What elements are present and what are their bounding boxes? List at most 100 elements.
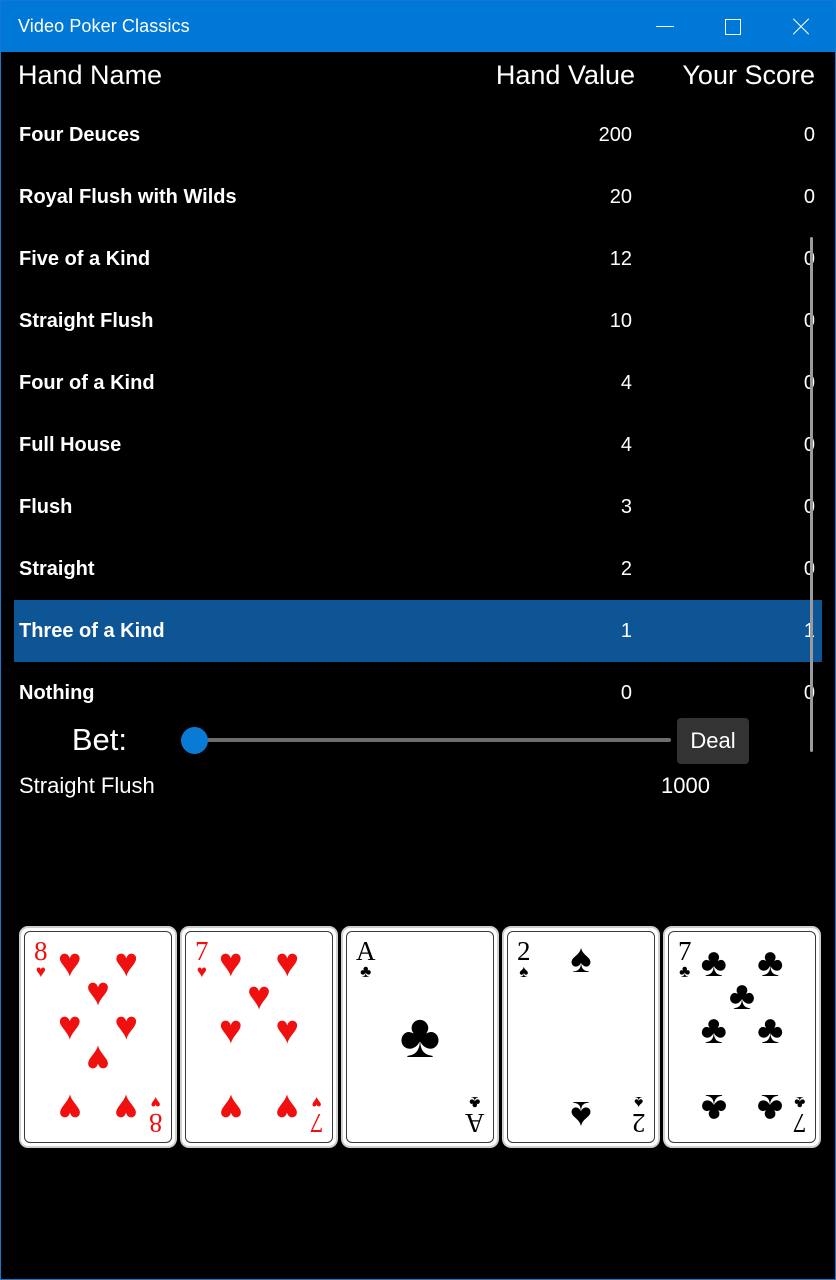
hearts-pip-icon: ♥ <box>57 1003 82 1048</box>
minimize-icon <box>656 26 674 27</box>
playing-card-2-of-spades[interactable]: 2 ♠ 2 ♠ ♠ ♠ <box>502 926 660 1148</box>
card-corner-br: 2 ♠ <box>631 1093 646 1138</box>
card-rank: A <box>464 1108 485 1138</box>
clubs-icon: ♣ <box>679 962 691 981</box>
table-row[interactable]: Full House40 <box>14 414 822 476</box>
clubs-pip-icon: ♣ <box>757 940 784 985</box>
cell-hand-name: Three of a Kind <box>19 619 165 642</box>
table-row[interactable]: Royal Flush with Wilds 20 0 <box>14 166 822 228</box>
column-header-hand-name: Hand Name <box>18 60 163 90</box>
playing-card-7-of-clubs[interactable]: 7 ♣ 7 ♣ ♣ ♣ ♣ ♣ ♣ ♣ ♣ <box>663 926 821 1148</box>
hearts-pip-icon: ♥ <box>114 1003 139 1048</box>
cell-hand-value: 0 <box>620 681 632 704</box>
hearts-pip-icon: ♥ <box>57 1085 82 1130</box>
clubs-pip-icon: ♣ <box>728 974 756 1019</box>
cell-hand-value: 20 <box>609 185 632 208</box>
card-corner-tl: 7 ♥ <box>195 936 209 981</box>
bet-slider-track[interactable] <box>192 738 671 742</box>
clubs-icon: ♣ <box>468 1093 480 1112</box>
maximize-icon <box>725 18 741 35</box>
card-pips: ♥ ♥ ♥ ♥ ♥ ♥ ♥ <box>212 940 306 1130</box>
bet-slider-thumb[interactable] <box>181 727 208 754</box>
clubs-pip-icon: ♣ <box>700 1085 727 1130</box>
card-corner-br: 7 ♣ <box>793 1093 807 1138</box>
hearts-pip-icon: ♥ <box>275 1085 300 1130</box>
table-row[interactable]: Four Deuces 200 0 <box>14 104 822 166</box>
cell-hand-name: Full House <box>19 433 122 456</box>
playing-card-7-of-hearts[interactable]: 7 ♥ 7 ♥ ♥ ♥ ♥ ♥ ♥ ♥ ♥ <box>180 926 338 1148</box>
deal-button[interactable]: Deal <box>677 718 749 764</box>
cell-hand-value: 200 <box>598 123 632 146</box>
cell-hand-name: Nothing <box>19 681 95 704</box>
card-corner-tl: 7 ♣ <box>678 936 692 981</box>
column-header-your-score: Your Score <box>682 60 815 90</box>
bet-label: Bet: <box>71 722 127 757</box>
hearts-pip-icon: ♥ <box>247 974 271 1019</box>
card-corner-tl: 8 ♥ <box>34 936 48 981</box>
cell-hand-value: 4 <box>620 433 632 456</box>
spades-icon: ♠ <box>519 962 529 981</box>
credits-label: 1000 <box>661 773 710 798</box>
hearts-pip-icon: ♥ <box>57 940 82 985</box>
card-face: 2 ♠ 2 ♠ ♠ ♠ <box>507 931 655 1143</box>
table-row[interactable]: Flush30 <box>14 476 822 538</box>
table-row[interactable]: Straight Flush100 <box>14 290 822 352</box>
clubs-icon: ♣ <box>360 962 372 981</box>
cell-hand-value: 1 <box>620 619 632 642</box>
card-corner-br: 8 ♥ <box>148 1093 163 1138</box>
card-corner-br: A ♣ <box>464 1093 485 1138</box>
cell-hand-value: 4 <box>620 371 632 394</box>
card-face: A ♣ A ♣ ♣ <box>346 931 494 1143</box>
maximize-button[interactable] <box>699 1 767 52</box>
card-pips: ♠ ♠ <box>534 939 628 1137</box>
playing-card-8-of-hearts[interactable]: 8 ♥ 8 ♥ ♥ ♥ ♥ ♥ ♥ ♥ ♥ ♥ <box>19 926 177 1148</box>
paytable: Hand Name Hand Value Your Score Four Deu… <box>1 52 835 752</box>
table-row[interactable]: Four of a Kind40 <box>14 352 822 414</box>
hearts-icon: ♥ <box>311 1093 322 1112</box>
cell-hand-value: 2 <box>620 557 632 580</box>
hearts-pip-icon: ♥ <box>275 1007 300 1052</box>
hearts-icon: ♥ <box>35 962 46 981</box>
paytable-rows: Four Deuces 200 0 Royal Flush with Wilds 20 0… <box>1 102 835 724</box>
card-corner-br: 7 ♥ <box>310 1093 324 1138</box>
cell-your-score: 0 <box>803 185 815 208</box>
hearts-pip-icon: ♥ <box>218 940 243 985</box>
hearts-pip-icon: ♥ <box>114 940 139 985</box>
clubs-pip-icon: ♣ <box>399 1002 441 1071</box>
card-pips: ♣ <box>373 944 467 1130</box>
hearts-pip-icon: ♥ <box>275 940 300 985</box>
table-row[interactable]: Straight20 <box>14 538 822 600</box>
card-rank: 7 <box>195 936 209 966</box>
status-row: Straight Flush 1000 <box>1 773 835 805</box>
hearts-icon: ♥ <box>150 1093 161 1112</box>
card-pips: ♣ ♣ ♣ ♣ ♣ ♣ ♣ <box>695 940 789 1130</box>
cell-hand-name: Four Deuces <box>19 123 141 146</box>
clubs-pip-icon: ♣ <box>700 940 727 985</box>
card-rank: 8 <box>148 1108 163 1138</box>
spades-pip-icon: ♠ <box>570 1093 592 1138</box>
table-row[interactable]: Five of a Kind120 <box>14 228 822 290</box>
card-face: 8 ♥ 8 ♥ ♥ ♥ ♥ ♥ ♥ ♥ ♥ ♥ <box>24 931 172 1143</box>
card-rank: 2 <box>631 1108 646 1138</box>
card-hand: 8 ♥ 8 ♥ ♥ ♥ ♥ ♥ ♥ ♥ ♥ ♥ 7 ♥ 7 ♥ ♥ ♥ ♥ ♥ ♥ ♥ ♥ A ♣ A ♣ ♣ 2 ♠ 2 ♠ ♠ ♠ 7 ♣ 7 ♣ ♣ ♣… <box>19 926 821 1150</box>
card-face: 7 ♥ 7 ♥ ♥ ♥ ♥ ♥ ♥ ♥ ♥ <box>185 931 333 1143</box>
title-bar: Video Poker Classics <box>1 1 835 52</box>
card-rank: 7 <box>678 936 692 966</box>
hearts-pip-icon: ♥ <box>218 1007 243 1052</box>
spades-pip-icon: ♠ <box>570 936 592 981</box>
window-title: Video Poker Classics <box>18 16 190 36</box>
playing-card-a-of-clubs[interactable]: A ♣ A ♣ ♣ <box>341 926 499 1148</box>
spades-icon: ♠ <box>633 1093 643 1112</box>
bet-controls: Bet: Deal <box>1 713 835 769</box>
table-row[interactable]: Three of a Kind11 <box>14 600 822 662</box>
bet-slider[interactable] <box>167 727 671 754</box>
card-rank: 8 <box>34 936 48 966</box>
cell-hand-name: Straight Flush <box>19 309 154 332</box>
minimize-button[interactable] <box>631 1 699 52</box>
clubs-pip-icon: ♣ <box>757 1085 784 1130</box>
close-button[interactable] <box>767 1 835 52</box>
cell-hand-value: 3 <box>620 495 632 518</box>
cell-hand-name: Four of a Kind <box>19 371 155 394</box>
hearts-pip-icon: ♥ <box>114 1085 139 1130</box>
paytable-scrollbar[interactable] <box>810 237 813 752</box>
